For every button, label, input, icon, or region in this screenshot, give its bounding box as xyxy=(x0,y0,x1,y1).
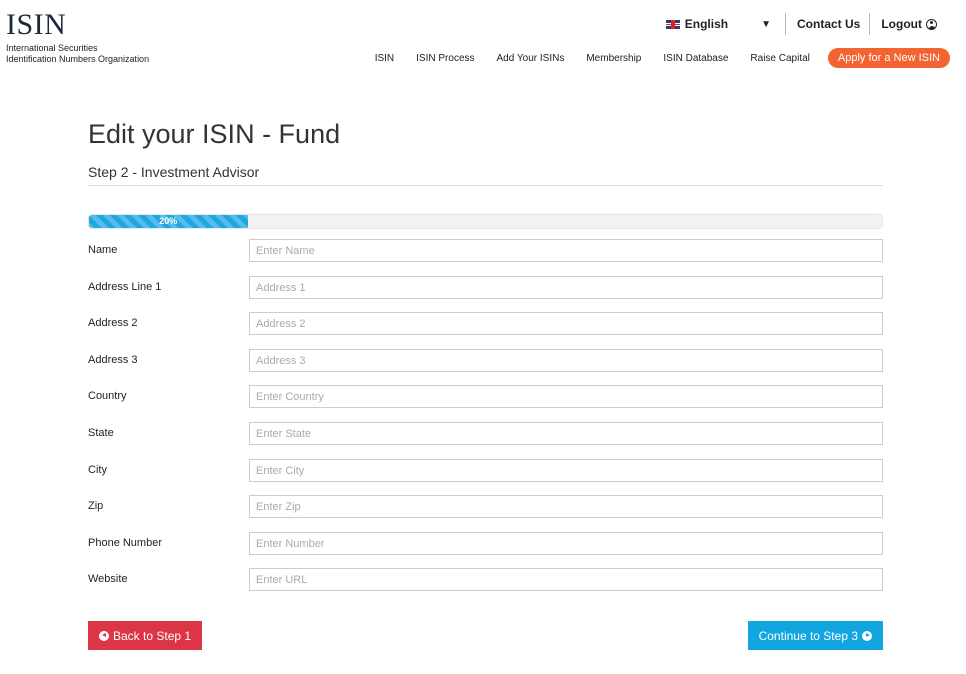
language-label: English xyxy=(684,17,729,31)
language-selector[interactable]: English ▼ xyxy=(665,17,785,31)
top-bar: English ▼ Contact Us Logout xyxy=(665,12,946,36)
field-input[interactable] xyxy=(249,532,883,555)
logo-mark: ISIN xyxy=(6,8,67,41)
form-row: Name xyxy=(88,239,883,262)
main-nav: ISIN ISIN Process Add Your ISINs Members… xyxy=(353,48,950,68)
logo-subtitle-line2: Identification Numbers Organization xyxy=(6,54,150,64)
field-label: Country xyxy=(88,390,127,402)
nav-item-isin-database[interactable]: ISIN Database xyxy=(663,53,728,64)
nav-item-raise-capital[interactable]: Raise Capital xyxy=(750,53,809,64)
field-input[interactable] xyxy=(249,276,883,299)
field-label: Address Line 1 xyxy=(88,281,162,293)
field-label: City xyxy=(88,464,107,476)
contact-us-link[interactable]: Contact Us xyxy=(786,17,869,31)
form-row: Zip xyxy=(88,495,883,518)
progress-bar: 20% xyxy=(89,215,248,228)
progress-track: 20% xyxy=(88,214,883,229)
form-row: Phone Number xyxy=(88,532,883,555)
logout-link[interactable]: Logout xyxy=(870,17,946,31)
form-row: Address Line 1 xyxy=(88,276,883,299)
nav-item-membership[interactable]: Membership xyxy=(586,53,641,64)
field-label: Address 2 xyxy=(88,317,138,329)
field-input[interactable] xyxy=(249,459,883,482)
form-row: State xyxy=(88,422,883,445)
field-label: Name xyxy=(88,244,118,256)
form-row: Address 2 xyxy=(88,312,883,335)
page-title: Edit your ISIN - Fund xyxy=(88,119,341,149)
field-input[interactable] xyxy=(249,239,883,262)
logout-label: Logout xyxy=(881,17,922,31)
caret-down-icon: ▼ xyxy=(761,18,771,30)
nav-item-isin-process[interactable]: ISIN Process xyxy=(416,53,474,64)
field-label: Phone Number xyxy=(88,537,162,549)
nav-item-isin[interactable]: ISIN xyxy=(375,53,394,64)
logo-subtitle-line1: International Securities xyxy=(6,43,98,53)
form-row: Website xyxy=(88,568,883,591)
arrow-circle-left-icon xyxy=(99,630,109,641)
apply-new-isin-button[interactable]: Apply for a New ISIN xyxy=(827,48,950,68)
user-circle-icon xyxy=(926,18,937,30)
field-label: Website xyxy=(88,573,128,585)
continue-button-label: Continue to Step 3 xyxy=(758,628,858,643)
field-input[interactable] xyxy=(249,422,883,445)
field-input[interactable] xyxy=(249,568,883,591)
field-label: State xyxy=(88,427,114,439)
form-row: Country xyxy=(88,385,883,408)
main-content: Edit your ISIN - Fund Step 2 - Investmen… xyxy=(88,118,883,650)
field-label: Address 3 xyxy=(88,354,138,366)
step-heading: Step 2 - Investment Advisor xyxy=(88,164,883,186)
uk-flag-icon xyxy=(665,19,680,29)
back-button-label: Back to Step 1 xyxy=(113,628,192,643)
contact-us-label: Contact Us xyxy=(797,17,861,31)
logo-subtitle: International Securities Identification … xyxy=(6,43,149,65)
field-input[interactable] xyxy=(249,495,883,518)
field-label: Zip xyxy=(88,500,104,512)
continue-to-step-3-button[interactable]: Continue to Step 3 xyxy=(747,621,883,650)
arrow-circle-right-icon xyxy=(862,630,872,641)
nav-item-add-your-isins[interactable]: Add Your ISINs xyxy=(497,53,565,64)
form-row: Address 3 xyxy=(88,349,883,372)
form-row: City xyxy=(88,459,883,482)
site-logo[interactable]: ISIN International Securities Identifica… xyxy=(6,10,149,65)
back-to-step-1-button[interactable]: Back to Step 1 xyxy=(88,621,203,650)
field-input[interactable] xyxy=(249,385,883,408)
field-input[interactable] xyxy=(249,349,883,372)
field-input[interactable] xyxy=(249,312,883,335)
